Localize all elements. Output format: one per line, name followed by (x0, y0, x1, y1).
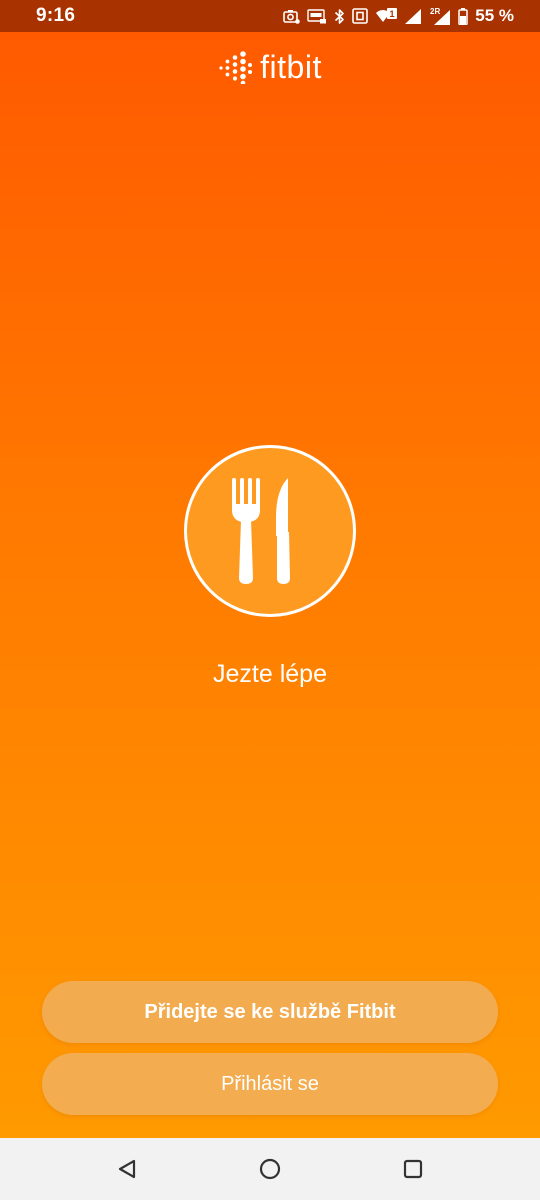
battery-icon (458, 7, 468, 25)
onboarding-tagline: Jezte lépe (213, 660, 327, 688)
wifi-icon: 1 (375, 7, 398, 25)
fork-knife-icon (184, 445, 356, 617)
signal-icon (404, 8, 422, 25)
signal-icon-2: 2R (429, 7, 451, 26)
login-button[interactable]: Přihlásit se (42, 1053, 498, 1115)
back-triangle-icon[interactable] (97, 1144, 157, 1194)
navigation-bar (0, 1138, 540, 1200)
fitbit-dots-logo-icon (219, 51, 253, 84)
bluetooth-icon (334, 8, 345, 25)
status-icons: 1 2R 55 % (283, 6, 514, 26)
brand-header: fitbit (0, 50, 540, 84)
app-area: fitbit Jezte lépe Přidejte se ke službě … (0, 32, 540, 1138)
wifi-badge: 1 (390, 9, 395, 19)
home-circle-icon[interactable] (240, 1144, 300, 1194)
recents-square-icon[interactable] (383, 1144, 443, 1194)
auto-brightness-icon (307, 8, 327, 24)
join-fitbit-button[interactable]: Přidejte se ke službě Fitbit (42, 981, 498, 1043)
screen: 9:16 1 2R 55 % fitbit Jezte lépe Přidejt… (0, 0, 540, 1200)
status-time: 9:16 (36, 5, 76, 26)
battery-percentage: 55 % (475, 6, 514, 25)
status-bar: 9:16 1 2R 55 % (0, 0, 540, 32)
brand-name: fitbit (260, 49, 322, 85)
screenshot-icon (283, 9, 301, 24)
signal-badge: 2R (430, 7, 440, 16)
nfc-icon (352, 8, 369, 24)
